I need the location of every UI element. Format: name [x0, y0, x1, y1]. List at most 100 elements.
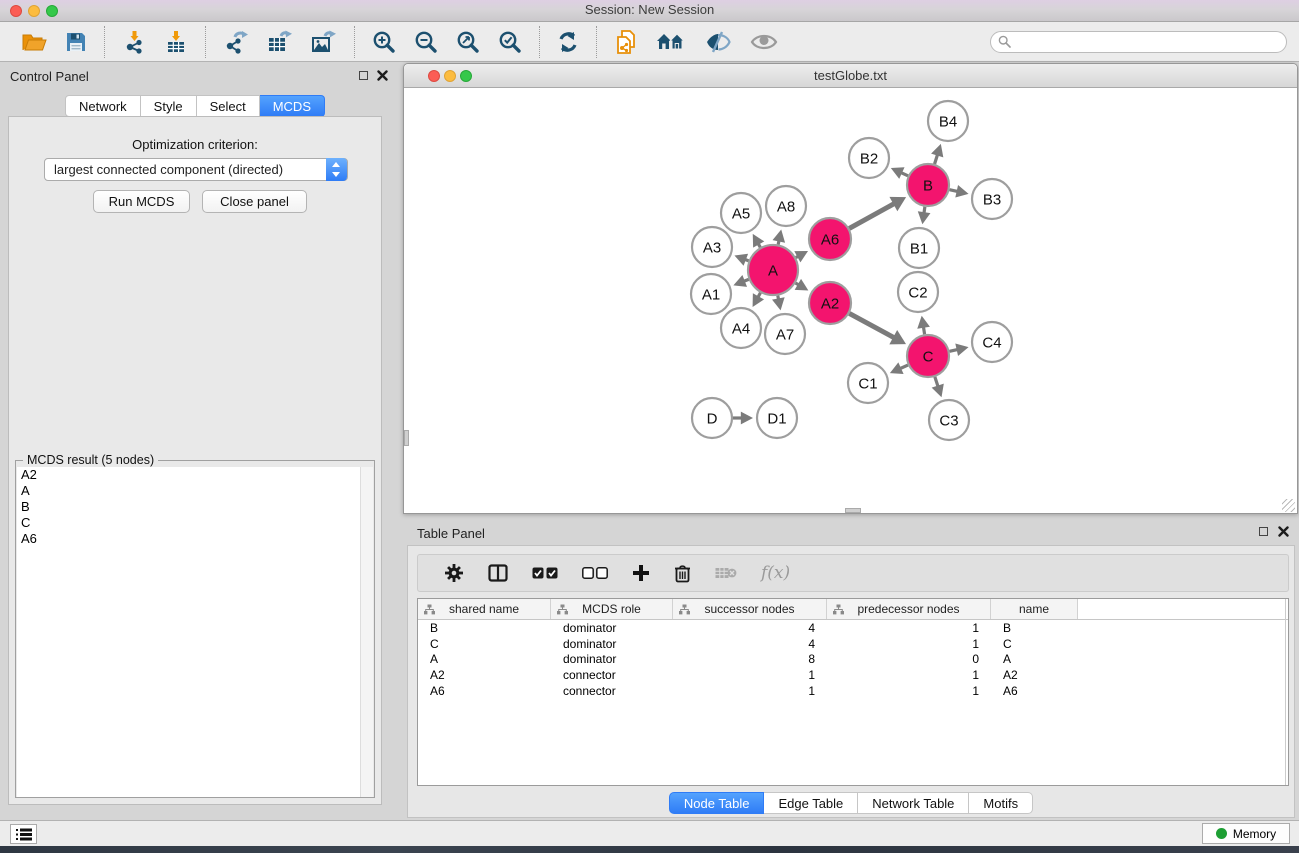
table-toolbar: f(x): [417, 554, 1289, 592]
export-image-button[interactable]: [302, 25, 346, 59]
canvas-left-grip[interactable]: [404, 430, 409, 446]
close-panel-button[interactable]: Close panel: [202, 190, 307, 213]
graph-node-D[interactable]: D: [692, 398, 732, 438]
close-window-button[interactable]: [10, 5, 22, 17]
tab-network[interactable]: Network: [65, 95, 141, 117]
float-panel-icon[interactable]: [359, 71, 368, 80]
export-table-button[interactable]: [258, 25, 302, 59]
hide-graphics-details-button[interactable]: [695, 25, 741, 59]
zoom-fit-button[interactable]: [447, 25, 489, 59]
memory-button[interactable]: Memory: [1202, 823, 1290, 844]
table-row[interactable]: Cdominator41C: [418, 636, 1288, 652]
graph-node-C1[interactable]: C1: [848, 363, 888, 403]
table-row[interactable]: A6connector11A6: [418, 683, 1288, 699]
export-network-button[interactable]: [214, 25, 258, 59]
clone-network-button[interactable]: [605, 25, 647, 59]
task-history-button[interactable]: [10, 824, 37, 844]
home-button[interactable]: [647, 25, 695, 59]
zoom-window-button[interactable]: [46, 5, 58, 17]
table-settings-button[interactable]: [432, 558, 476, 588]
refresh-button[interactable]: [548, 25, 588, 59]
tab-mcds[interactable]: MCDS: [260, 95, 325, 117]
tab-motifs[interactable]: Motifs: [969, 792, 1033, 814]
run-mcds-button[interactable]: Run MCDS: [93, 190, 190, 213]
graph-node-A6[interactable]: A6: [809, 218, 851, 260]
create-column-button[interactable]: [620, 558, 662, 588]
close-network-button[interactable]: [428, 70, 440, 82]
zoom-out-button[interactable]: [405, 25, 447, 59]
graph-node-A5[interactable]: A5: [721, 193, 761, 233]
graph-node-C3[interactable]: C3: [929, 400, 969, 440]
column-header-name[interactable]: name: [991, 599, 1078, 619]
delete-column-button[interactable]: [662, 558, 703, 588]
select-all-columns-button[interactable]: [520, 558, 570, 588]
graph-node-C4[interactable]: C4: [972, 322, 1012, 362]
result-item[interactable]: A: [17, 483, 361, 499]
graph-node-B[interactable]: B: [907, 164, 949, 206]
result-item[interactable]: A6: [17, 531, 361, 547]
result-item[interactable]: B: [17, 499, 361, 515]
zoom-selected-button[interactable]: [489, 25, 531, 59]
table-body: Bdominator41BCdominator41CAdominator80AA…: [418, 620, 1288, 699]
zoom-in-button[interactable]: [363, 25, 405, 59]
tab-node-table[interactable]: Node Table: [669, 792, 765, 814]
graph-node-A3[interactable]: A3: [692, 227, 732, 267]
column-layout-button[interactable]: [476, 558, 520, 588]
table-scrollbar[interactable]: [1285, 599, 1286, 785]
float-table-panel-icon[interactable]: [1259, 527, 1268, 536]
optimization-criterion-select[interactable]: largest connected component (directed): [44, 158, 348, 181]
graph-node-C2[interactable]: C2: [898, 272, 938, 312]
delete-table-icon: [715, 566, 737, 580]
network-canvas[interactable]: A A6 A2 B C B4 B2 B3 B1 A5A8 A3 A1A4 A7 C2 C4 C1 C3 D D1: [405, 89, 1296, 513]
column-header-shared-name[interactable]: shared name: [418, 599, 551, 619]
deselect-all-columns-button[interactable]: [570, 558, 620, 588]
import-network-button[interactable]: [113, 25, 155, 59]
graph-node-A4[interactable]: A4: [721, 308, 761, 348]
graph-node-A7[interactable]: A7: [765, 314, 805, 354]
graph-node-B1[interactable]: B1: [899, 228, 939, 268]
tab-select[interactable]: Select: [197, 95, 260, 117]
graph-node-B3[interactable]: B3: [972, 179, 1012, 219]
close-table-panel-icon[interactable]: [1278, 526, 1289, 537]
mcds-result-list[interactable]: A2ABCA6: [17, 467, 361, 797]
graph-node-B2[interactable]: B2: [849, 138, 889, 178]
checked-boxes-icon: [532, 567, 558, 579]
graph-node-A[interactable]: A: [748, 245, 798, 295]
graph-edge-D-D1: [733, 412, 753, 425]
graph-node-A2[interactable]: A2: [809, 282, 851, 324]
minimize-network-button[interactable]: [444, 70, 456, 82]
show-hide-eye-button[interactable]: [741, 25, 787, 59]
tab-network-table[interactable]: Network Table: [858, 792, 969, 814]
function-builder-button[interactable]: f(x): [749, 558, 802, 588]
table-row[interactable]: Adominator80A: [418, 652, 1288, 668]
graph-node-C[interactable]: C: [907, 335, 949, 377]
graph-edge-C-C3: [932, 377, 944, 397]
selected-criterion-value: largest connected component (directed): [54, 162, 283, 177]
delete-table-button[interactable]: [703, 558, 749, 588]
import-table-button[interactable]: [155, 25, 197, 59]
table-row[interactable]: Bdominator41B: [418, 620, 1288, 636]
zoom-fit-icon: [456, 30, 480, 54]
window-resize-grip[interactable]: [1282, 499, 1295, 512]
column-header-mcds-role[interactable]: MCDS role: [551, 599, 673, 619]
save-session-button[interactable]: [56, 25, 96, 59]
minimize-window-button[interactable]: [28, 5, 40, 17]
result-item[interactable]: A2: [17, 467, 361, 483]
close-panel-icon[interactable]: [377, 70, 388, 81]
tab-style[interactable]: Style: [141, 95, 197, 117]
canvas-bottom-grip[interactable]: [845, 508, 861, 513]
column-header-predecessor-nodes[interactable]: predecessor nodes: [827, 599, 991, 619]
zoom-network-button[interactable]: [460, 70, 472, 82]
graph-node-B4[interactable]: B4: [928, 101, 968, 141]
tab-edge-table[interactable]: Edge Table: [764, 792, 858, 814]
open-session-button[interactable]: [12, 25, 56, 59]
column-header-successor-nodes[interactable]: successor nodes: [673, 599, 827, 619]
graph-node-D1[interactable]: D1: [757, 398, 797, 438]
graph-node-label: A7: [776, 326, 794, 343]
table-row[interactable]: A2connector11A2: [418, 667, 1288, 683]
result-scrollbar[interactable]: [360, 467, 373, 797]
graph-node-A1[interactable]: A1: [691, 274, 731, 314]
graph-node-A8[interactable]: A8: [766, 186, 806, 226]
search-input[interactable]: [990, 31, 1287, 53]
result-item[interactable]: C: [17, 515, 361, 531]
